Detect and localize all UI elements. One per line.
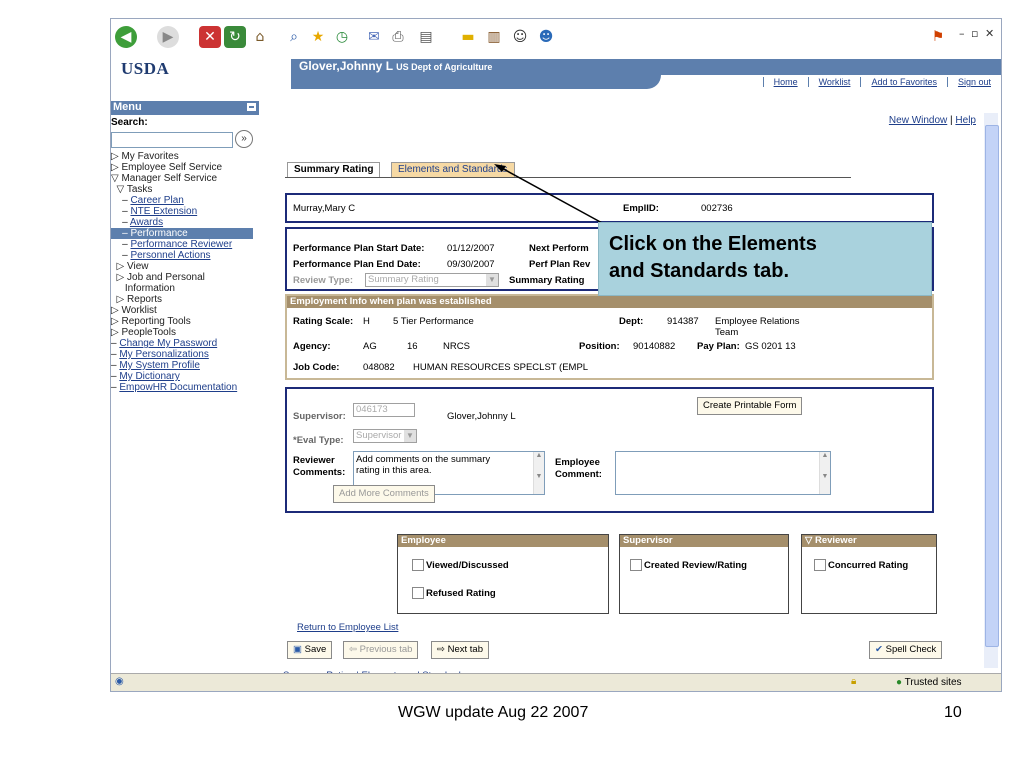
callout-arrow [494,164,605,225]
arrow-head [494,164,506,172]
instruction-callout: Click on the Elements and Standards tab. [598,222,932,296]
arrow-line [497,165,605,225]
callout-line-2: and Standards tab. [609,260,790,282]
slide-footer: WGW update Aug 22 2007 [398,704,589,721]
slide-page-number: 10 [944,704,962,721]
callout-text: Click on the Elements and Standards tab. [609,231,817,285]
callout-line-1: Click on the Elements [609,233,817,255]
